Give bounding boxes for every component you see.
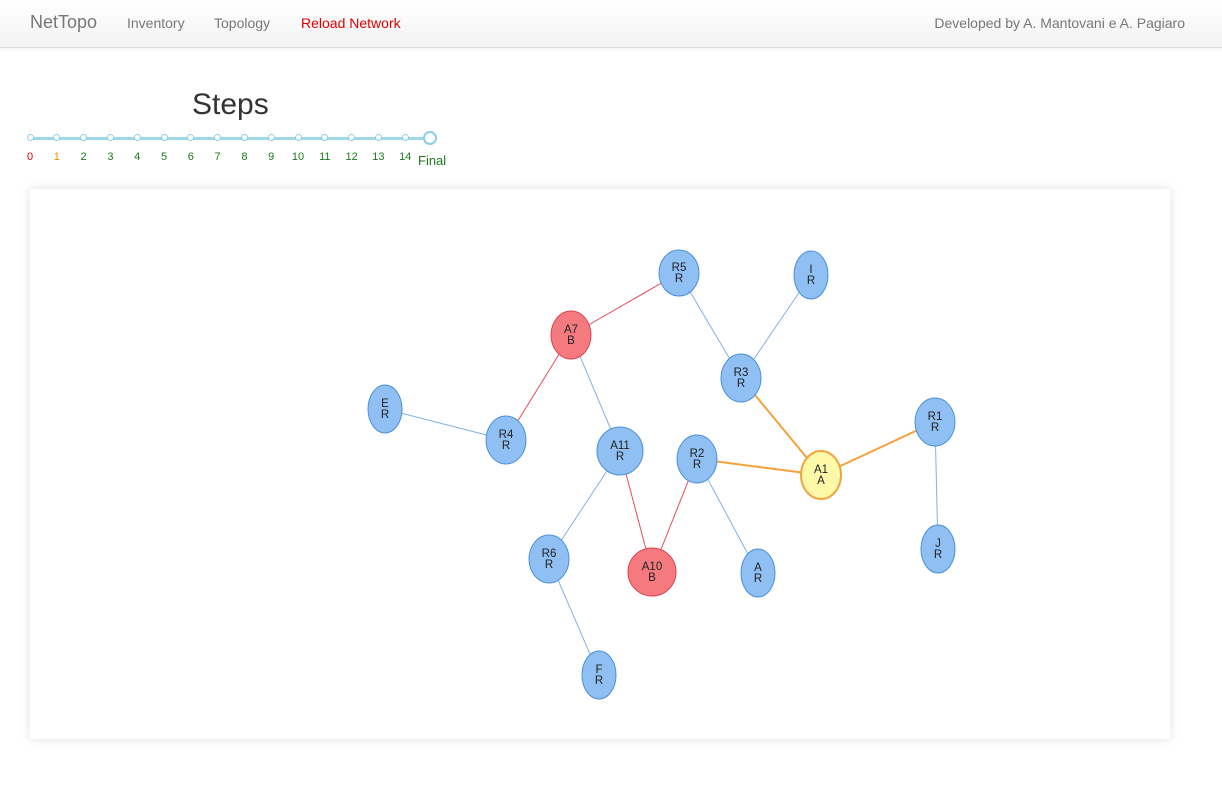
node-type: R	[595, 675, 603, 687]
nav-topology[interactable]: Topology	[214, 15, 270, 31]
slider-tick-9[interactable]	[267, 134, 275, 141]
slider-tick-0[interactable]	[26, 134, 34, 141]
slider-tick-13[interactable]	[374, 134, 382, 141]
step-label-14[interactable]: 14	[399, 151, 411, 163]
node-E[interactable]: ER	[367, 384, 403, 434]
step-label-2[interactable]: 2	[81, 151, 87, 163]
node-R4[interactable]: R4R	[485, 415, 527, 465]
node-type: R	[545, 559, 553, 571]
node-type: R	[675, 273, 683, 285]
node-type: R	[502, 440, 510, 452]
node-type: R	[616, 451, 624, 463]
slider-tick-4[interactable]	[133, 134, 141, 141]
node-I[interactable]: IR	[793, 250, 829, 300]
nav-inventory[interactable]: Inventory	[127, 15, 185, 31]
node-type: R	[693, 459, 701, 471]
step-label-6[interactable]: 6	[188, 151, 194, 163]
nav-reload-network[interactable]: Reload Network	[301, 15, 401, 31]
slider-tick-8[interactable]	[240, 134, 248, 141]
step-label-0[interactable]: 0	[27, 151, 33, 163]
slider-tick-14[interactable]	[401, 134, 409, 141]
steps-title: Steps	[192, 88, 269, 121]
step-label-5[interactable]: 5	[161, 151, 167, 163]
node-type: R	[934, 549, 942, 561]
node-F[interactable]: FR	[581, 650, 617, 700]
slider-tick-3[interactable]	[106, 134, 114, 141]
node-A10[interactable]: A10B	[627, 547, 677, 597]
credit-text: Developed by A. Mantovani e A. Pagiaro	[934, 15, 1185, 31]
node-type: R	[737, 378, 745, 390]
step-label-9[interactable]: 9	[268, 151, 274, 163]
brand-link[interactable]: NetTopo	[30, 12, 97, 33]
node-A7[interactable]: A7B	[550, 310, 592, 360]
node-type: R	[807, 275, 815, 287]
step-label-3[interactable]: 3	[107, 151, 113, 163]
step-label-final[interactable]: Final	[418, 153, 446, 168]
node-R5[interactable]: R5R	[658, 249, 700, 297]
node-R6[interactable]: R6R	[528, 534, 570, 584]
node-type: R	[381, 409, 389, 421]
navbar: NetTopo Inventory Topology Reload Networ…	[0, 0, 1222, 48]
slider-track[interactable]	[30, 137, 430, 140]
node-J[interactable]: JR	[920, 524, 956, 574]
node-R3[interactable]: R3R	[720, 353, 762, 403]
step-label-12[interactable]: 12	[345, 151, 357, 163]
steps-slider[interactable]: Final 0 1 2 3 4 5 6 7 8 9 10 11 12 13 14	[22, 128, 452, 172]
node-type: R	[754, 573, 762, 585]
node-R2[interactable]: R2R	[676, 434, 718, 484]
slider-handle[interactable]	[423, 131, 437, 145]
step-label-13[interactable]: 13	[372, 151, 384, 163]
node-type: R	[931, 422, 939, 434]
graph-canvas[interactable]: R5RIRA7BR3RERR4R A11R R2R A1AR1RR6R A10BARJR…	[30, 189, 1170, 739]
node-type: B	[648, 572, 656, 584]
node-A11[interactable]: A11R	[596, 426, 644, 476]
step-label-4[interactable]: 4	[134, 151, 140, 163]
slider-tick-5[interactable]	[160, 134, 168, 141]
step-label-7[interactable]: 7	[215, 151, 221, 163]
step-label-8[interactable]: 8	[241, 151, 247, 163]
node-A1[interactable]: A1A	[800, 450, 842, 500]
slider-tick-10[interactable]	[294, 134, 302, 141]
node-AR[interactable]: AR	[740, 548, 776, 598]
step-label-1[interactable]: 1	[54, 151, 60, 163]
node-type: B	[567, 335, 575, 347]
step-label-11[interactable]: 11	[319, 151, 330, 163]
node-R1[interactable]: R1R	[914, 397, 956, 447]
step-label-10[interactable]: 10	[292, 151, 304, 163]
topology-graph[interactable]: R5 R I R A7 B R3 R E R R4 R A11 R R2 R A1 A R1 R R6 R A10 B A R J R…	[30, 189, 1170, 739]
node-type: A	[817, 475, 825, 487]
